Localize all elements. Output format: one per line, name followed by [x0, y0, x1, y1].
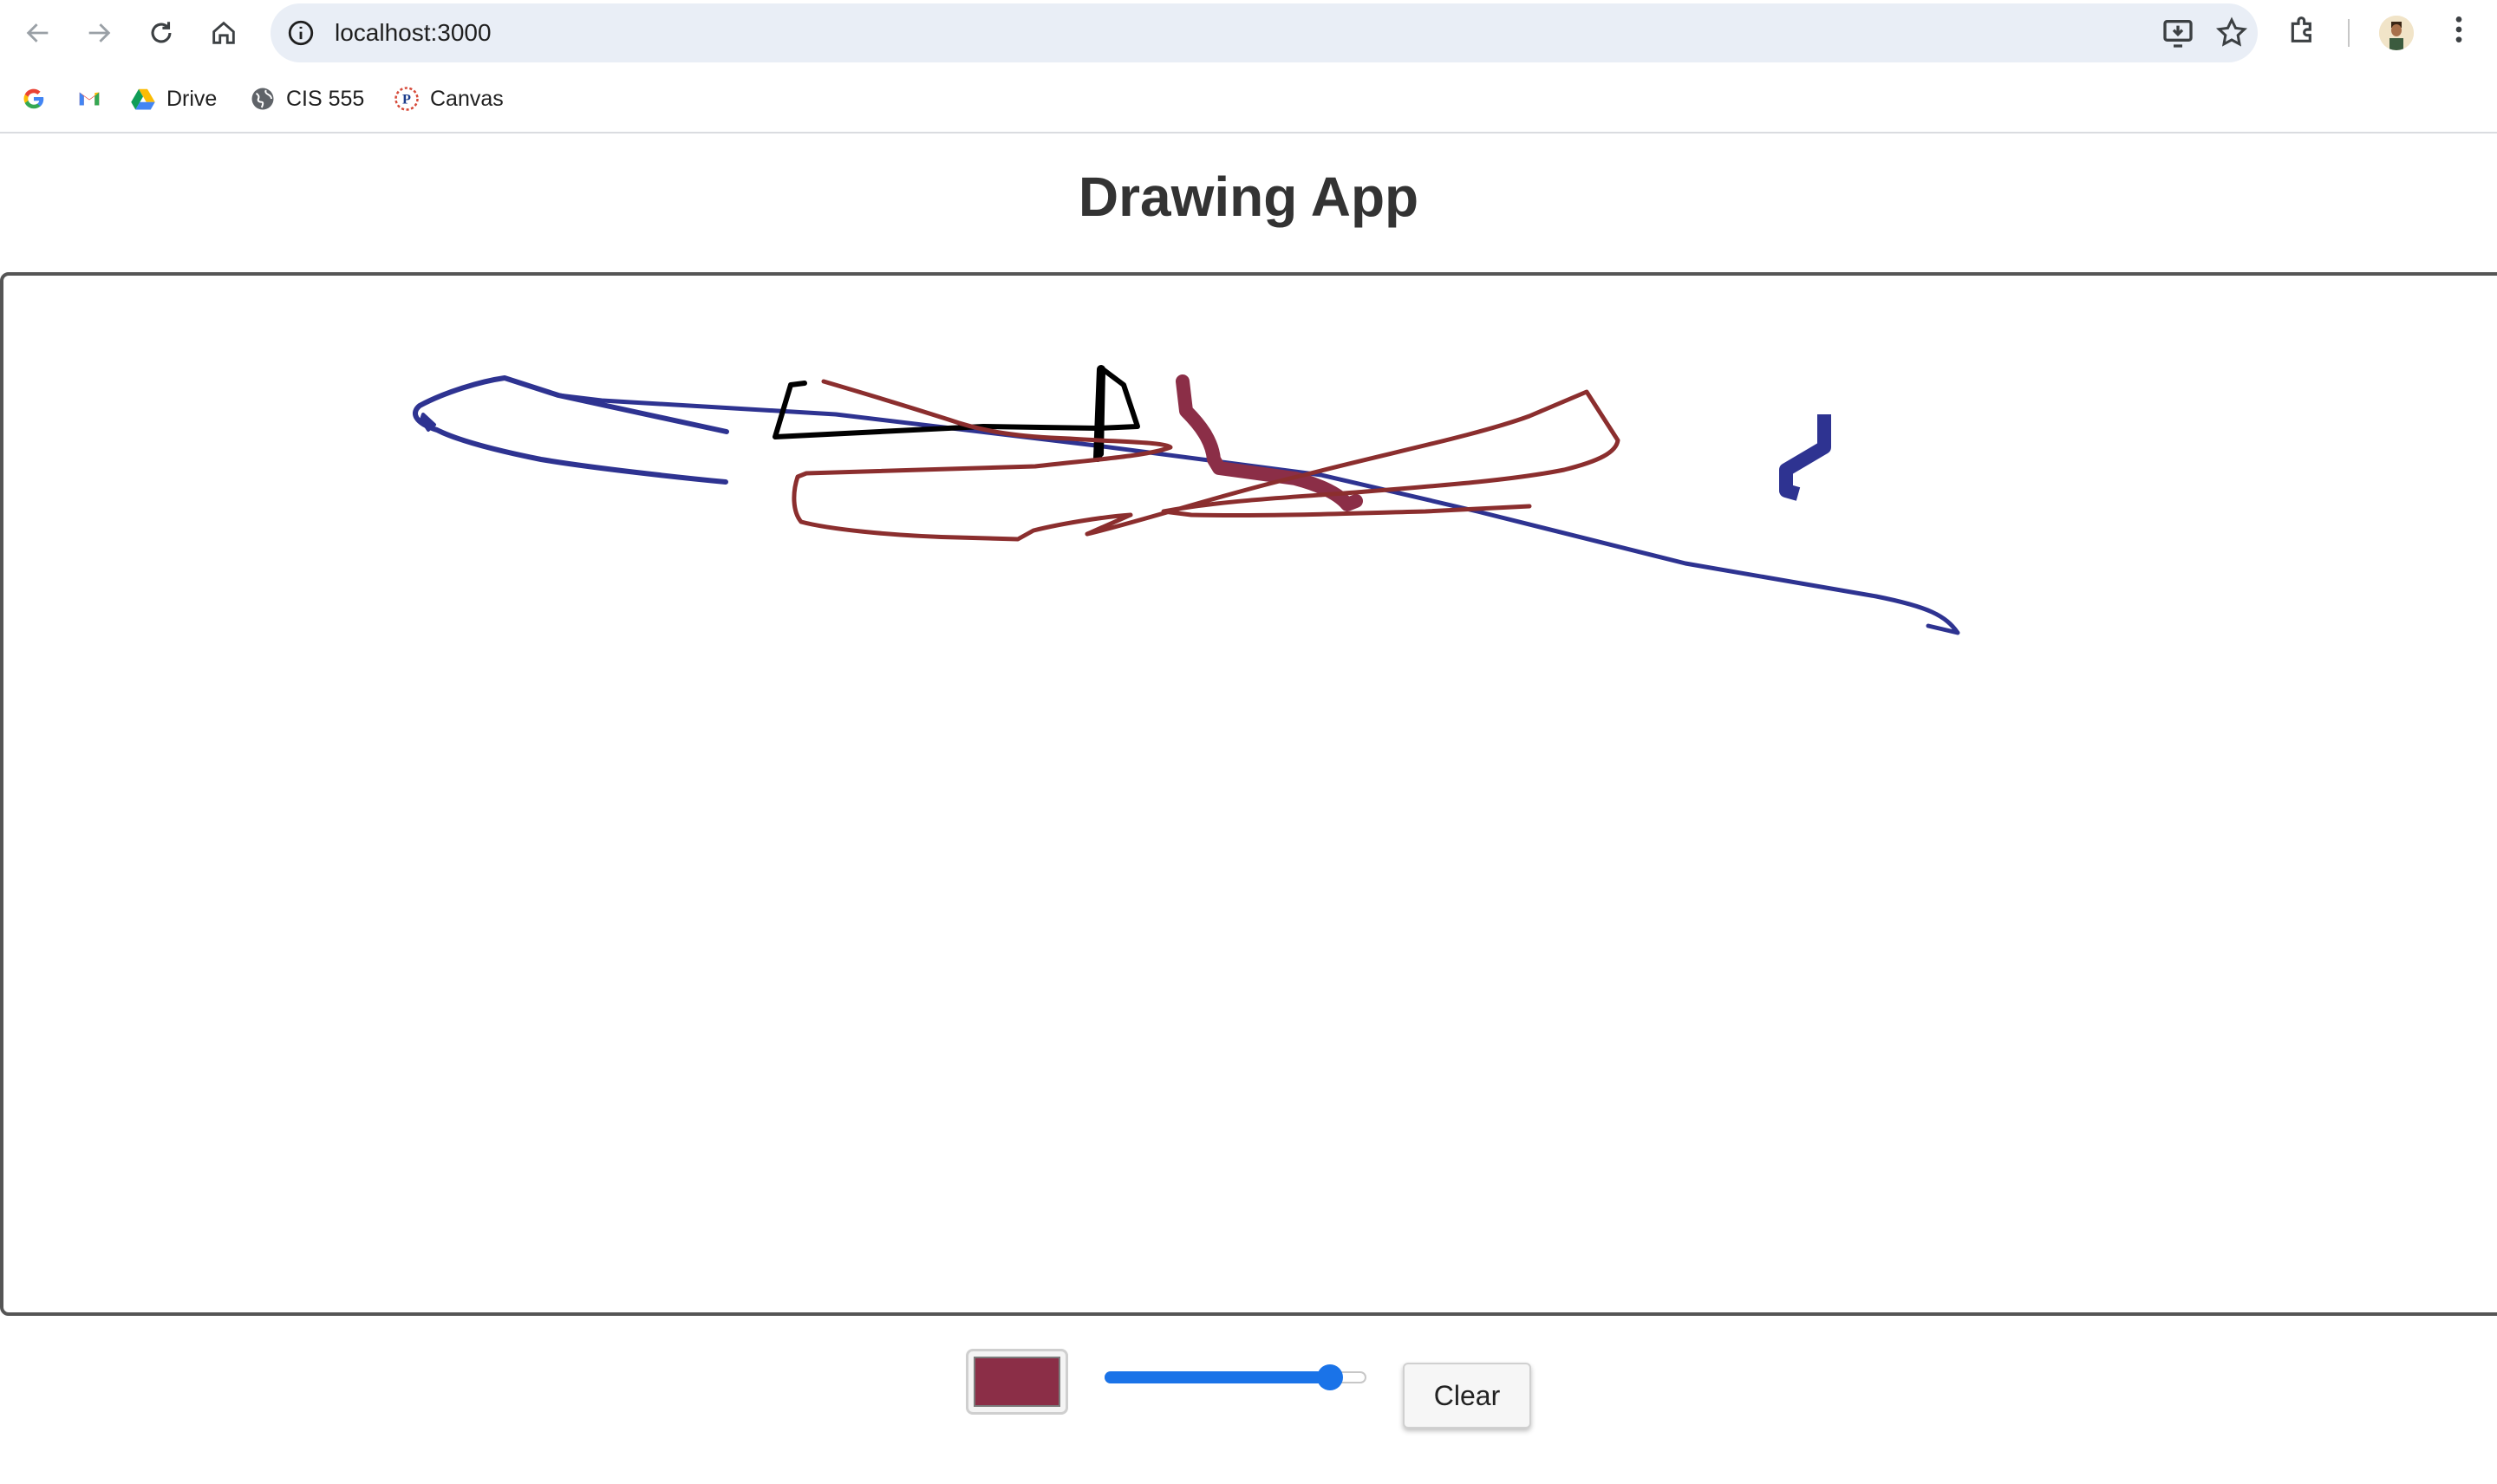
bookmark-label: Drive: [166, 86, 218, 111]
reload-button[interactable]: [137, 9, 186, 57]
google-icon: [23, 88, 44, 109]
address-bar[interactable]: localhost:3000: [271, 3, 2258, 62]
drawn-stroke: [792, 379, 1173, 542]
toolbar-divider: [2348, 19, 2350, 47]
page-title: Drawing App: [1078, 166, 1419, 228]
bookmark-drive[interactable]: Drive: [130, 78, 217, 120]
bookmark-label: Canvas: [430, 86, 504, 111]
reload-icon: [151, 22, 172, 43]
home-icon: [212, 21, 235, 44]
arrow-left-icon: [26, 23, 49, 42]
globe-icon: [251, 88, 274, 110]
drive-icon: [131, 88, 155, 110]
info-icon[interactable]: [286, 18, 316, 48]
drawn-stroke: [413, 375, 729, 485]
bookmarks-bar: Drive CIS 555 P Canvas: [0, 66, 2497, 133]
drawn-stroke: [1176, 374, 1363, 511]
arrow-right-icon: [88, 23, 111, 42]
home-button[interactable]: [199, 9, 248, 57]
bookmark-gmail[interactable]: [76, 78, 113, 120]
slider-fill: [1105, 1371, 1330, 1383]
avatar-icon: [2379, 16, 2414, 50]
bookmark-canvas[interactable]: P Canvas: [394, 78, 504, 120]
drawn-stroke: [420, 413, 436, 432]
install-app-icon[interactable]: [2161, 16, 2195, 50]
canvas-icon: P: [394, 87, 419, 111]
bookmark-cis555[interactable]: CIS 555: [250, 78, 364, 120]
bookmark-star-icon[interactable]: [2214, 16, 2249, 50]
drawn-stroke: [1093, 365, 1105, 462]
color-picker[interactable]: [966, 1349, 1068, 1415]
drawn-stroke: [1779, 414, 1831, 501]
bookmark-label: CIS 555: [286, 86, 365, 111]
clear-button[interactable]: Clear: [1403, 1363, 1531, 1429]
browser-toolbar: localhost:3000: [0, 0, 2497, 66]
drawn-stroke: [1085, 389, 1620, 537]
url-text[interactable]: localhost:3000: [335, 3, 492, 62]
forward-button[interactable]: [75, 9, 123, 57]
back-button[interactable]: [14, 9, 62, 57]
slider-thumb[interactable]: [1316, 1364, 1343, 1390]
svg-text:P: P: [402, 92, 411, 107]
drawing-canvas[interactable]: [0, 272, 2497, 1316]
profile-avatar[interactable]: [2379, 16, 2414, 50]
more-menu-icon[interactable]: [2442, 12, 2476, 47]
gmail-icon: [79, 92, 100, 106]
selected-color-fill: [974, 1357, 1060, 1407]
bookmark-google[interactable]: [21, 78, 57, 120]
drawing-surface: [413, 365, 1960, 635]
brush-size-slider[interactable]: [1101, 1357, 1370, 1399]
extensions-icon[interactable]: [2285, 12, 2320, 47]
